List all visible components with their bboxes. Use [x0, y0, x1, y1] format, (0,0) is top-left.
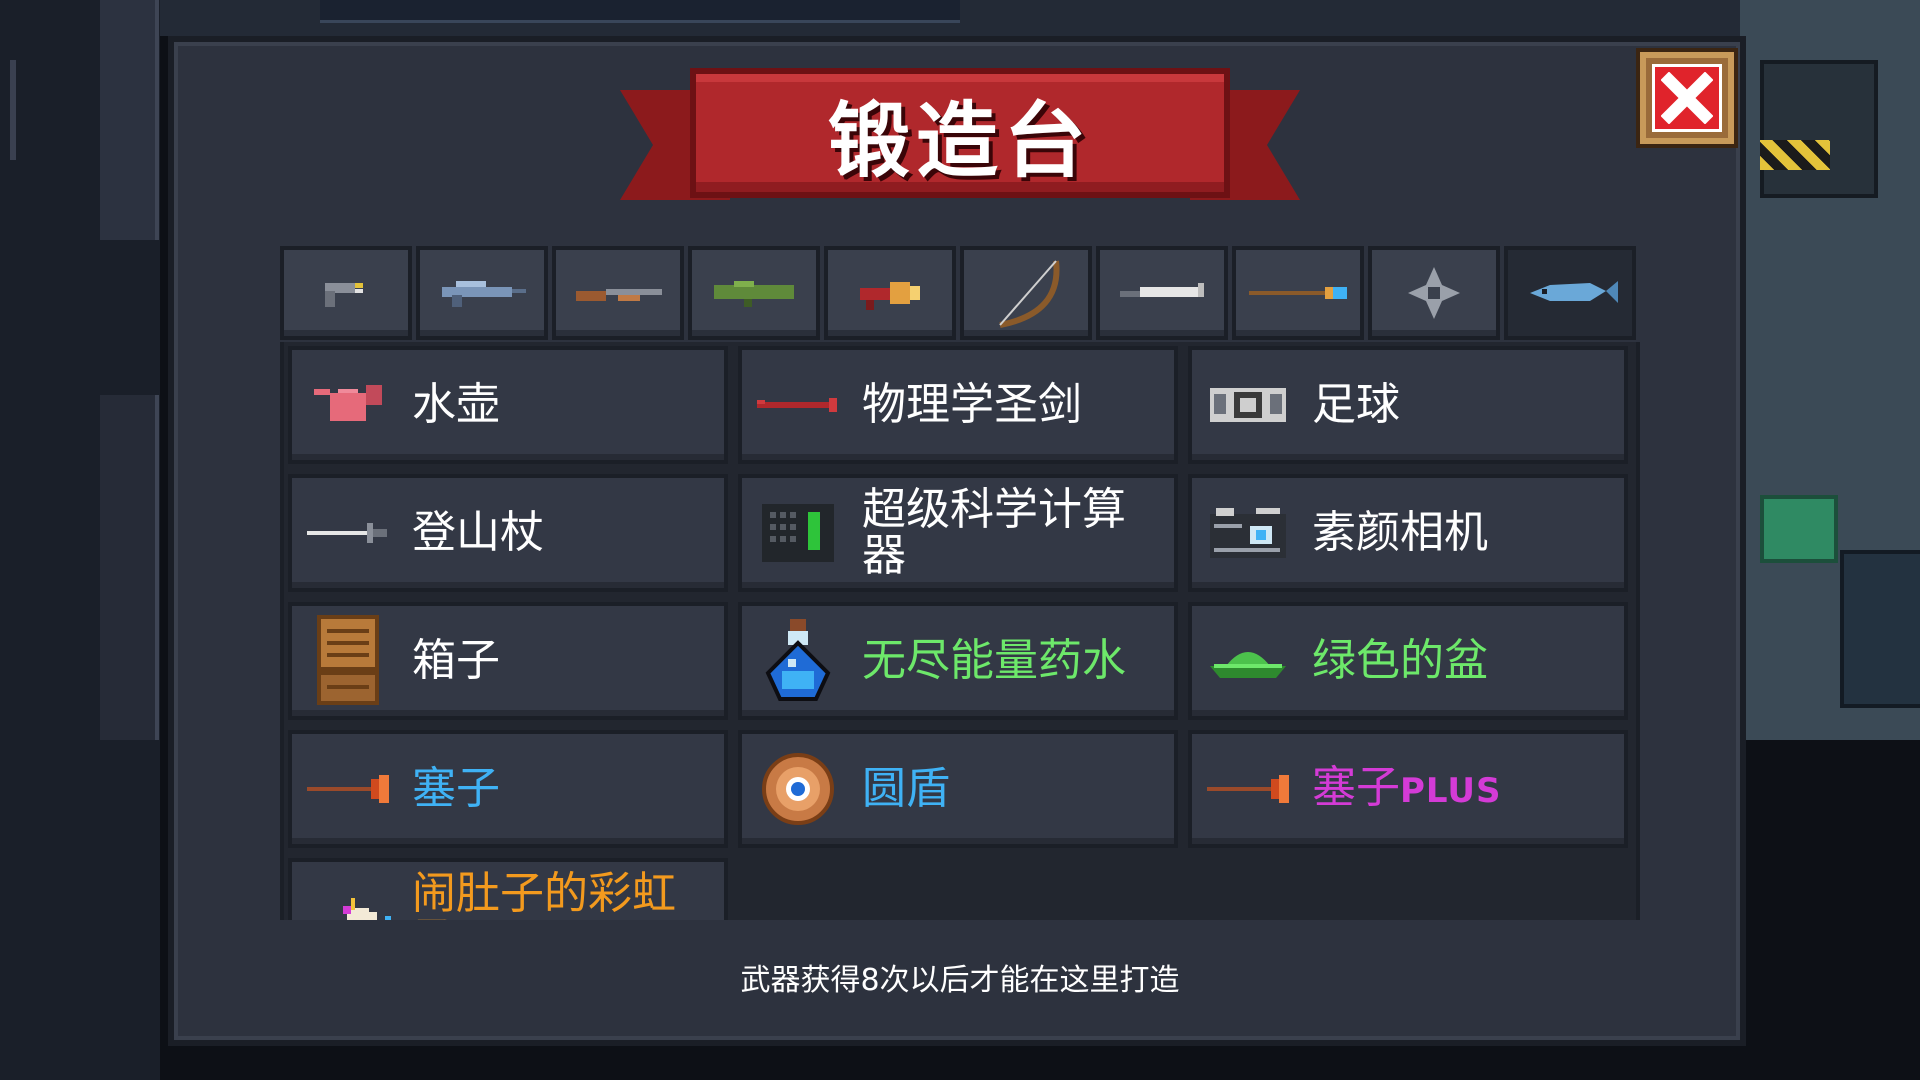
soccer-ball-icon: [1198, 355, 1298, 455]
item-name: 无尽能量药水: [862, 635, 1126, 686]
tab-rifle[interactable]: [416, 246, 548, 340]
item-name: 闹肚子的彩虹马: [412, 868, 676, 921]
green-basin-icon: [1198, 611, 1298, 711]
page-title: 锻造台: [827, 93, 1092, 189]
background-wall-trim: [10, 60, 16, 160]
tab-shuriken[interactable]: [1368, 246, 1500, 340]
hiking-stick-icon: [298, 483, 398, 583]
blaster-icon: [860, 282, 920, 310]
item-name: 水壶: [412, 379, 500, 430]
item-name: 足球: [1312, 379, 1400, 430]
forge-item-list[interactable]: 水壶 物理学圣剑 足球 登山杖 超级科学计算器 素颜相机 箱子 无尽能量药水 绿…: [280, 342, 1640, 920]
item-name: 登山杖: [412, 507, 544, 558]
tab-blade[interactable]: [1096, 246, 1228, 340]
list-item[interactable]: 水壶: [288, 346, 728, 464]
rocket-launcher-icon: [714, 281, 794, 307]
tab-blaster[interactable]: [824, 246, 956, 340]
rifle-icon: [442, 281, 526, 307]
blade-icon: [1120, 283, 1204, 297]
list-item[interactable]: 无尽能量药水: [738, 602, 1178, 720]
list-item[interactable]: 塞子: [288, 730, 728, 848]
list-item[interactable]: 箱子: [288, 602, 728, 720]
tab-pistol[interactable]: [280, 246, 412, 340]
background-pillar: [100, 0, 159, 240]
ribbon-banner: 锻造台: [690, 68, 1230, 198]
item-name-suffix: PLUS: [1400, 770, 1502, 811]
list-item[interactable]: 闹肚子的彩虹马: [288, 858, 728, 920]
plunger-plus-icon: [1198, 739, 1298, 839]
item-name: 绿色的盆: [1312, 635, 1488, 686]
close-x-icon: [1652, 64, 1722, 132]
background-pillar: [100, 395, 159, 740]
crate-icon: [298, 611, 398, 711]
item-name-text: 塞子: [1312, 761, 1400, 813]
item-grid: 水壶 物理学圣剑 足球 登山杖 超级科学计算器 素颜相机 箱子 无尽能量药水 绿…: [288, 346, 1628, 920]
forge-hint: 武器获得8次以后才能在这里打造: [740, 963, 1180, 998]
background-green-crate: [1760, 495, 1838, 563]
list-item[interactable]: 塞子PLUS: [1188, 730, 1628, 848]
background-top-panel: [320, 0, 960, 23]
list-item[interactable]: 绿色的盆: [1188, 602, 1628, 720]
close-button[interactable]: [1636, 48, 1738, 148]
item-name: 塞子: [412, 763, 500, 814]
watering-can-icon: [298, 355, 398, 455]
item-name: 塞子PLUS: [1312, 761, 1612, 814]
tab-shotgun[interactable]: [552, 246, 684, 340]
shuriken-icon: [1408, 267, 1460, 319]
bow-icon: [999, 260, 1060, 328]
weapon-category-tabs: [280, 246, 1640, 340]
list-item[interactable]: 圆盾: [738, 730, 1178, 848]
camera-icon: [1198, 483, 1298, 583]
tab-fish[interactable]: [1504, 246, 1636, 340]
pistol-icon: [325, 283, 363, 307]
item-name: 超级科学计算器: [862, 484, 1126, 581]
plunger-icon: [298, 739, 398, 839]
list-item[interactable]: 登山杖: [288, 474, 728, 592]
potion-icon: [748, 611, 848, 711]
item-name: 素颜相机: [1312, 507, 1488, 558]
list-item[interactable]: 超级科学计算器: [738, 474, 1178, 592]
tab-rocket[interactable]: [688, 246, 820, 340]
fish-icon: [1530, 281, 1618, 303]
list-item[interactable]: 物理学圣剑: [738, 346, 1178, 464]
background-hazard-stripe: [1760, 140, 1830, 170]
tab-bow[interactable]: [960, 246, 1092, 340]
spear-icon: [1249, 287, 1347, 299]
list-item[interactable]: 素颜相机: [1188, 474, 1628, 592]
item-name: 物理学圣剑: [862, 379, 1082, 430]
round-shield-icon: [748, 739, 848, 839]
item-name: 箱子: [412, 635, 500, 686]
crowbar-icon: [748, 355, 848, 455]
background-console: [1840, 550, 1920, 708]
unicorn-icon: [298, 867, 398, 920]
item-name: 圆盾: [862, 763, 950, 814]
title-ribbon: 锻造台: [620, 68, 1300, 218]
tab-spear[interactable]: [1232, 246, 1364, 340]
background-machine: [1760, 60, 1878, 198]
calculator-icon: [748, 483, 848, 583]
shotgun-icon: [576, 289, 662, 301]
list-item[interactable]: 足球: [1188, 346, 1628, 464]
